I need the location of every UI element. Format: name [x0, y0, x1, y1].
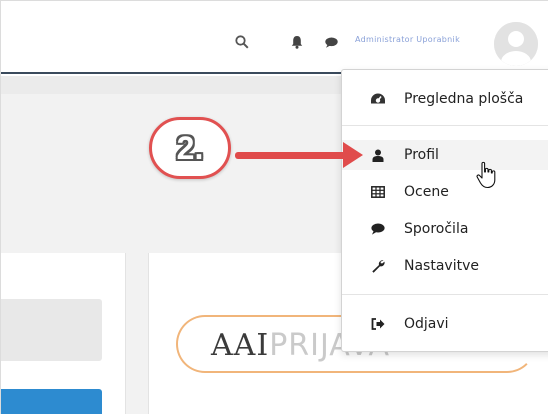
menu-item-messages[interactable]: Sporočila — [342, 214, 548, 244]
chat-icon[interactable] — [322, 32, 340, 52]
menu-item-label: Odjavi — [404, 316, 449, 332]
sign-out-icon — [370, 316, 386, 332]
menu-item-label: Pregledna plošča — [404, 91, 524, 107]
chat-icon — [370, 221, 386, 237]
menu-item-label: Profil — [404, 147, 439, 163]
menu-item-label: Ocene — [404, 184, 449, 200]
bell-icon[interactable] — [289, 32, 305, 52]
screenshot-frame: AAIPRIJAVA Administrator Uporabnik Pregl… — [0, 0, 548, 414]
menu-divider — [342, 294, 548, 295]
user-icon — [370, 147, 386, 163]
hand-cursor-icon — [476, 161, 498, 189]
user-dropdown-menu: Pregledna plošča Profil Ocene Sporočila — [341, 69, 548, 352]
menu-item-logout[interactable]: Odjavi — [342, 309, 548, 339]
avatar-icon[interactable] — [494, 22, 538, 66]
aai-logo-strong: AAI — [211, 328, 270, 363]
annotation-arrow-head — [343, 142, 363, 168]
search-icon[interactable] — [233, 32, 251, 52]
login-button[interactable] — [1, 389, 102, 414]
wrench-icon — [370, 258, 386, 274]
menu-item-profile[interactable]: Profil — [342, 140, 548, 170]
menu-item-grades[interactable]: Ocene — [342, 177, 548, 207]
user-name[interactable]: Administrator Uporabnik — [355, 35, 460, 44]
login-input[interactable] — [1, 299, 102, 361]
step-number: 2. — [176, 129, 204, 166]
menu-item-dashboard[interactable]: Pregledna plošča — [342, 84, 548, 114]
dashboard-icon — [370, 91, 386, 107]
menu-item-preferences[interactable]: Nastavitve — [342, 251, 548, 281]
step-badge: 2. — [149, 117, 231, 179]
menu-item-label: Nastavitve — [404, 258, 479, 274]
annotation-arrow — [235, 152, 347, 159]
menu-divider — [342, 125, 548, 126]
top-navbar: Administrator Uporabnik — [1, 1, 548, 74]
table-icon — [370, 184, 386, 200]
menu-item-label: Sporočila — [404, 221, 469, 237]
